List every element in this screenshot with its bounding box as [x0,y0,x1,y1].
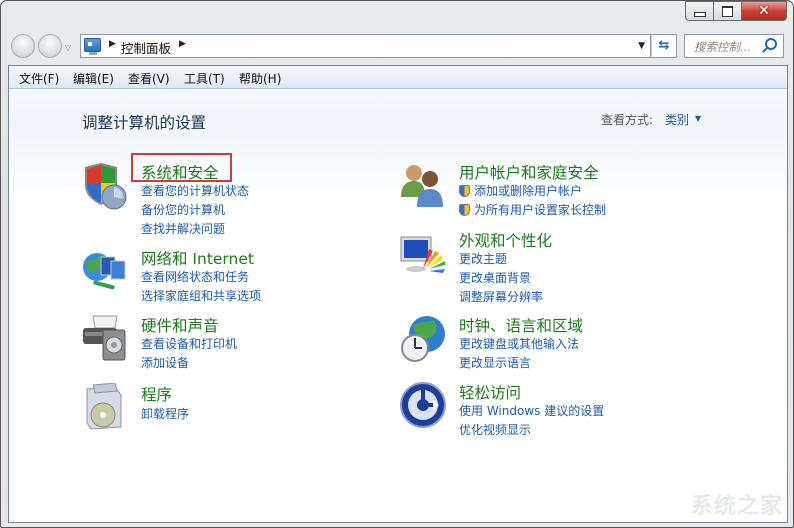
category-title-network-internet[interactable]: 网络和 Internet [141,247,254,269]
control-panel-icon [84,38,101,55]
address-dropdown-icon[interactable]: ▼ [638,41,645,51]
search-input[interactable]: 搜索控制... [684,34,784,58]
watermark: 系统之家 [691,494,784,519]
link-add-device[interactable]: 添加设备 [141,354,189,371]
category-title-appearance[interactable]: 外观和个性化 [459,229,552,251]
title-bar: ✕ [1,1,793,29]
category-title-programs[interactable]: 程序 [141,383,172,405]
menu-bar: 文件(F) 编辑(E) 查看(V) 工具(T) 帮助(H) [9,66,787,89]
link-backup-computer[interactable]: 备份您的计算机 [141,201,225,218]
link-troubleshoot[interactable]: 查找并解决问题 [141,220,225,237]
search-icon[interactable] [765,38,777,50]
menu-tools[interactable]: 工具(T) [184,70,225,87]
recent-pages-dropdown-icon[interactable]: ▽ [65,43,71,52]
refresh-icon: ⇆ [658,38,670,53]
maximize-button[interactable] [713,1,741,21]
link-change-display-language[interactable]: 更改显示语言 [459,354,531,371]
link-change-background[interactable]: 更改桌面背景 [459,269,531,286]
page-title: 调整计算机的设置 [82,114,207,132]
breadcrumb-control-panel[interactable]: 控制面板 [121,38,171,57]
clock-globe-icon[interactable] [399,314,449,364]
navigation-bar: ▽ ▶ 控制面板 ▶ ▼ ⇆ 搜索控制... [1,34,793,60]
back-button[interactable] [11,34,35,58]
breadcrumb-arrow-icon[interactable]: ▶ [179,39,186,49]
network-icon[interactable] [81,247,131,297]
shield-icon[interactable] [81,161,131,211]
link-view-computer-status[interactable]: 查看您的计算机状态 [141,182,249,199]
refresh-button[interactable]: ⇆ [651,34,677,58]
link-change-keyboard[interactable]: 更改键盘或其他输入法 [459,335,579,352]
link-parental-controls[interactable]: 为所有用户设置家长控制 [459,201,606,218]
printer-icon[interactable] [81,314,131,364]
menu-file[interactable]: 文件(F) [19,70,59,87]
maximize-icon [722,6,733,17]
chevron-down-icon[interactable]: ▼ [695,114,701,123]
uac-shield-icon [459,185,470,197]
link-change-theme[interactable]: 更改主题 [459,250,507,267]
search-placeholder: 搜索控制... [694,40,751,54]
link-parental-controls-label: 为所有用户设置家长控制 [474,203,607,217]
menu-view[interactable]: 查看(V) [128,70,170,87]
category-title-hardware-sound[interactable]: 硬件和声音 [141,314,219,336]
link-add-remove-accounts-label: 添加或删除用户帐户 [474,184,583,198]
appearance-icon[interactable] [399,229,449,279]
control-panel-window: ✕ ▽ ▶ 控制面板 ▶ ▼ ⇆ 搜索控制... 文件(F) 编辑(E) 查看(… [0,0,794,528]
close-button[interactable]: ✕ [741,1,787,21]
address-bar[interactable]: ▶ 控制面板 ▶ ▼ [80,34,651,58]
ease-of-access-icon[interactable] [399,381,449,431]
link-windows-suggested-settings[interactable]: 使用 Windows 建议的设置 [459,402,604,419]
view-by-dropdown[interactable]: 类别 [665,111,689,128]
menu-help[interactable]: 帮助(H) [239,70,281,87]
link-adjust-resolution[interactable]: 调整屏幕分辨率 [459,288,543,305]
programs-icon[interactable] [81,383,131,433]
breadcrumb-arrow-icon[interactable]: ▶ [109,39,116,49]
link-network-status[interactable]: 查看网络状态和任务 [141,268,249,285]
highlight-box [131,153,232,182]
view-by-label: 查看方式: [601,113,654,127]
link-homegroup-sharing[interactable]: 选择家庭组和共享选项 [141,287,261,304]
category-title-user-accounts[interactable]: 用户帐户和家庭安全 [459,161,599,183]
forward-button[interactable] [38,34,62,58]
link-uninstall-program[interactable]: 卸载程序 [141,405,189,422]
category-title-clock-language-region[interactable]: 时钟、语言和区域 [459,314,583,336]
minimize-button[interactable] [685,1,713,21]
link-optimize-display[interactable]: 优化视频显示 [459,421,531,438]
minimize-icon [694,12,706,17]
users-icon[interactable] [399,161,449,211]
menu-edit[interactable]: 编辑(E) [73,70,114,87]
link-devices-printers[interactable]: 查看设备和打印机 [141,335,237,352]
category-title-ease-of-access[interactable]: 轻松访问 [459,381,521,403]
link-add-remove-accounts[interactable]: 添加或删除用户帐户 [459,182,582,199]
uac-shield-icon [459,204,470,216]
close-icon: ✕ [758,3,770,19]
